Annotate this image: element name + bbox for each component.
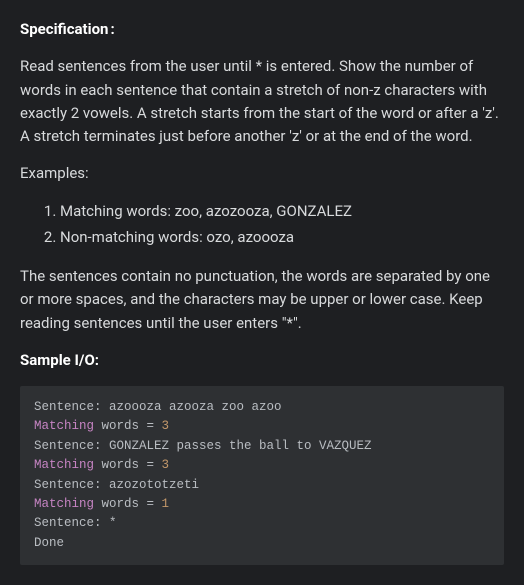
io-prompt-label: Sentence: (34, 400, 109, 414)
io-line: Sentence: azozototzeti (34, 476, 490, 495)
io-prompt-input: GONZALEZ passes the ball to VAZQUEZ (109, 439, 372, 453)
io-prompt-label: Sentence: (34, 516, 109, 530)
io-prompt-label: Sentence: (34, 439, 109, 453)
io-line: Done (34, 534, 490, 553)
io-prompt-input: * (109, 516, 117, 530)
io-line: Matching words = 3 (34, 456, 490, 475)
io-result-value: 3 (154, 419, 169, 433)
spec-paragraph-1: Read sentences from the user until * is … (20, 55, 504, 148)
io-result-mid: words (94, 458, 147, 472)
io-prompt-input: azoooza azooza zoo azoo (109, 400, 282, 414)
sample-io-heading: Sample I/O: (20, 349, 504, 372)
io-line: Matching words = 3 (34, 417, 490, 436)
list-item: Matching words: zoo, azozooza, GONZALEZ (60, 200, 504, 223)
io-line: Sentence: GONZALEZ passes the ball to VA… (34, 437, 490, 456)
io-result-value: 3 (154, 458, 169, 472)
examples-list: Matching words: zoo, azozooza, GONZALEZ … (20, 200, 504, 250)
spec-heading: Specification: (20, 18, 504, 41)
io-result-mid: words (94, 419, 147, 433)
io-result-eq: = (147, 419, 155, 433)
document-root: Specification: Read sentences from the u… (0, 0, 524, 585)
io-result-eq: = (147, 458, 155, 472)
spec-paragraph-2: The sentences contain no punctuation, th… (20, 265, 504, 335)
io-result-keyword: Matching (34, 419, 94, 433)
io-prompt-label: Sentence: (34, 478, 109, 492)
spec-heading-colon: : (110, 20, 116, 38)
io-result-keyword: Matching (34, 458, 94, 472)
sample-io-block: Sentence: azoooza azooza zoo azooMatchin… (20, 386, 504, 565)
io-prompt-input: azozototzeti (109, 478, 199, 492)
spec-heading-text: Specification (20, 20, 108, 38)
examples-label: Examples: (20, 162, 504, 185)
io-line: Sentence: azoooza azooza zoo azoo (34, 398, 490, 417)
list-item: Non-matching words: ozo, azoooza (60, 226, 504, 249)
io-line: Sentence: * (34, 514, 490, 533)
io-done: Done (34, 536, 64, 550)
io-line: Matching words = 1 (34, 495, 490, 514)
